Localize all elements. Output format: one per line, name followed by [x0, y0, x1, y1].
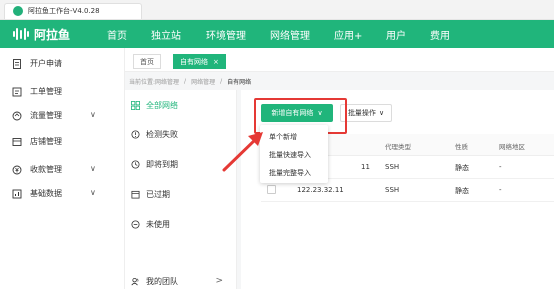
minus-circle-icon — [131, 219, 140, 229]
proxy-type-cell: SSH — [385, 163, 400, 171]
close-icon[interactable]: × — [213, 58, 219, 66]
breadcrumb-prefix: 当前位置: — [129, 78, 156, 86]
sidebar-item-stores[interactable]: 店铺管理 — [12, 136, 122, 147]
window-titlebar: 阿拉鱼工作台-V4.0.28 — [0, 0, 554, 20]
page-tabs: 首页 自有网络 × — [125, 48, 554, 72]
ip-cell: 11 — [361, 163, 370, 171]
chevron-down-icon: ∨ — [90, 110, 96, 119]
nature-cell: 静态 — [455, 187, 469, 195]
nav-apps[interactable]: 应用+ — [334, 20, 362, 48]
sidebar-item-label: 基础数据 — [30, 189, 62, 198]
nature-cell: 静态 — [455, 164, 469, 172]
filter-label: 即将到期 — [146, 159, 178, 169]
chevron-down-icon: ∨ — [378, 109, 385, 117]
region-cell: - — [499, 186, 502, 194]
sidebar-item-tickets[interactable]: 工单管理 — [12, 86, 122, 97]
breadcrumb-item[interactable]: 网络管理 — [155, 77, 179, 86]
breadcrumb-current: 自有网络 — [227, 78, 252, 86]
app-logo-icon — [13, 6, 23, 16]
team-icon — [131, 277, 139, 285]
sidebar-item-label: 流量管理 — [30, 111, 62, 120]
clock-icon — [131, 159, 140, 169]
network-filter-panel: 全部网络 检测失败 即将到期 已过期 未使用 我的团队 > — [125, 90, 237, 289]
sidebar-item-label: 收款管理 — [30, 165, 62, 174]
filter-unused[interactable]: 未使用 — [125, 213, 237, 235]
filter-label: 检测失败 — [146, 129, 178, 139]
nav-standalone-site[interactable]: 独立站 — [151, 20, 181, 48]
button-label: 批量操作 — [347, 109, 376, 117]
sidebar: 开户申请 工单管理 流量管理 ∨ 店铺管理 收款管理 ∨ 基础数据 ∨ — [0, 48, 125, 289]
breadcrumb: 当前位置: 网络管理 / 网络管理 / 自有网络 — [125, 72, 554, 90]
filter-label: 未使用 — [146, 219, 170, 229]
chevron-right-icon: > — [215, 276, 223, 286]
store-icon — [12, 137, 22, 146]
breadcrumb-separator: / — [184, 77, 187, 85]
tab-own-network[interactable]: 自有网络 × — [173, 54, 226, 69]
ip-cell: 122.23.32.11 — [297, 186, 344, 194]
warning-icon — [131, 129, 140, 139]
sidebar-item-label: 开户申请 — [30, 59, 62, 68]
tab-home[interactable]: 首页 — [133, 54, 161, 69]
filter-check-failed[interactable]: 检测失败 — [125, 123, 237, 145]
add-network-menu: 单个新增 批量快速导入 批量完整导入 — [260, 125, 328, 183]
sidebar-item-label: 店铺管理 — [30, 137, 62, 146]
traffic-icon — [12, 111, 22, 120]
sidebar-item-traffic[interactable]: 流量管理 ∨ — [12, 110, 122, 121]
filter-expiring-soon[interactable]: 即将到期 — [125, 153, 237, 175]
column-header[interactable]: 代理类型 — [385, 141, 411, 151]
nav-environment[interactable]: 环境管理 — [206, 20, 246, 48]
data-icon — [12, 189, 22, 198]
row-checkbox[interactable] — [267, 185, 276, 194]
filter-label: 全部网络 — [146, 100, 178, 110]
filter-label: 已过期 — [146, 189, 170, 199]
proxy-type-cell: SSH — [385, 186, 400, 194]
payment-icon — [12, 165, 22, 174]
filter-all-networks[interactable]: 全部网络 — [125, 94, 237, 116]
batch-operation-button[interactable]: 批量操作 ∨ — [340, 104, 392, 122]
nav-billing[interactable]: 费用 — [430, 20, 450, 48]
brand-logo-icon — [12, 27, 30, 41]
breadcrumb-item[interactable]: 网络管理 — [191, 77, 215, 86]
chevron-down-icon: ∨ — [90, 164, 96, 173]
doc-icon — [13, 58, 21, 69]
nav-users[interactable]: 用户 — [386, 20, 406, 48]
chevron-down-icon: ∨ — [90, 188, 96, 197]
grid-icon — [131, 100, 140, 110]
sidebar-item-label: 工单管理 — [30, 87, 62, 96]
brand-name: 阿拉鱼 — [34, 27, 71, 42]
filter-label: 我的团队 — [146, 276, 178, 286]
ticket-icon — [12, 87, 22, 96]
column-header[interactable]: 网络地区 — [499, 141, 525, 151]
filter-my-team[interactable]: 我的团队 > — [125, 270, 237, 289]
nav-network[interactable]: 网络管理 — [270, 20, 310, 48]
calendar-icon — [131, 190, 140, 199]
window-title: 阿拉鱼工作台-V4.0.28 — [28, 7, 100, 15]
sidebar-item-base-data[interactable]: 基础数据 ∨ — [12, 188, 122, 199]
sidebar-item-payments[interactable]: 收款管理 ∨ — [12, 164, 122, 175]
main-area: 首页 自有网络 × 当前位置: 网络管理 / 网络管理 / 自有网络 全部网络 检… — [125, 48, 554, 289]
tab-label: 首页 — [140, 57, 154, 66]
sidebar-item-account-application[interactable]: 开户申请 — [12, 58, 122, 69]
breadcrumb-separator: / — [220, 77, 223, 85]
nav-home[interactable]: 首页 — [107, 20, 127, 48]
tab-label: 自有网络 — [180, 57, 208, 66]
menu-item-full-import[interactable]: 批量完整导入 — [269, 168, 311, 178]
column-header[interactable]: 性质 — [455, 141, 468, 151]
menu-item-quick-import[interactable]: 批量快速导入 — [269, 150, 311, 160]
menu-item-single-add[interactable]: 单个新增 — [269, 132, 297, 142]
network-list-panel: 新增自有网络 ∨ 批量操作 ∨ 代理类型 性质 网络地区 11 SSH 静态 -… — [241, 90, 554, 289]
window-tab[interactable]: 阿拉鱼工作台-V4.0.28 — [4, 2, 142, 19]
region-cell: - — [499, 163, 502, 171]
brand[interactable]: 阿拉鱼 — [12, 26, 107, 43]
filter-expired[interactable]: 已过期 — [125, 183, 237, 205]
top-navigation: 阿拉鱼 首页 独立站 环境管理 网络管理 应用+ 用户 费用 — [0, 20, 554, 48]
